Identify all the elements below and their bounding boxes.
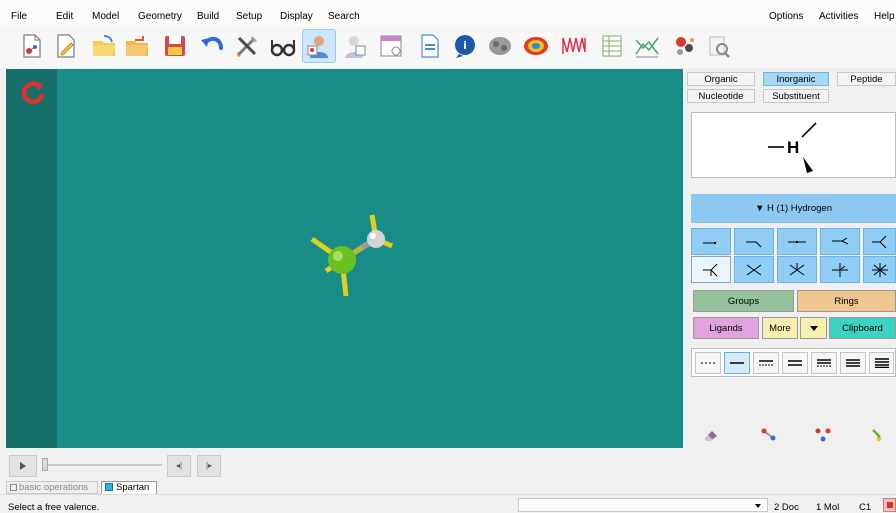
caret-down-icon (755, 504, 761, 508)
reset-view-icon[interactable] (20, 80, 46, 106)
menu-file[interactable]: File (11, 11, 27, 22)
undo-icon[interactable] (195, 29, 229, 63)
doc-count: 2 Doc (774, 502, 799, 513)
tools-icon[interactable] (230, 29, 264, 63)
molecule-model[interactable] (300, 210, 400, 305)
bond-aromatic-button[interactable] (753, 352, 779, 374)
fragment-5-square-pyramid-button[interactable] (820, 256, 860, 283)
stop-icon[interactable] (883, 498, 896, 512)
tab-inorganic[interactable]: Inorganic (763, 72, 829, 86)
frame-slider-track[interactable] (44, 464, 162, 466)
edit-icon[interactable] (49, 29, 83, 63)
menu-bar: File Edit Model Geometry Build Setup Dis… (0, 0, 896, 26)
more-dropdown-button[interactable] (800, 317, 827, 339)
fragment-5-trigonal-bipyramid-button[interactable] (777, 256, 817, 283)
tab-checkbox-icon (10, 484, 17, 491)
builder-icon[interactable] (337, 29, 371, 63)
view-glasses-icon[interactable] (266, 29, 300, 63)
fragment-6-octahedral-button[interactable] (863, 256, 896, 283)
bond-type-bar (691, 348, 896, 377)
potential-map-icon[interactable] (519, 29, 553, 63)
molecule-db-icon[interactable] (668, 29, 702, 63)
menu-build[interactable]: Build (197, 11, 219, 22)
play-icon (20, 462, 26, 470)
open-icon[interactable] (87, 29, 121, 63)
clipboard-button[interactable]: Clipboard (829, 317, 896, 339)
doc-tab-label: basic operations (19, 482, 89, 493)
symmetry-label: C1 (859, 502, 872, 513)
tab-nucleotide[interactable]: Nucleotide (687, 89, 755, 103)
spectra-icon[interactable] (557, 29, 591, 63)
toolbar: i (0, 26, 896, 68)
step-back-button[interactable]: ◂| (167, 455, 191, 477)
fragment-2-bent-button[interactable] (734, 228, 774, 255)
svg-text:i: i (463, 39, 467, 52)
mol-count: 1 Mol (816, 502, 840, 513)
new-icon[interactable] (15, 29, 49, 63)
output-icon[interactable] (413, 29, 447, 63)
break-bond-icon[interactable] (814, 428, 832, 442)
menu-search[interactable]: Search (328, 11, 360, 22)
build-icon[interactable] (302, 29, 336, 63)
bond-double-partial-button[interactable] (811, 352, 837, 374)
bond-single-button[interactable] (724, 352, 750, 374)
caret-down-icon (809, 325, 818, 331)
menu-display[interactable]: Display (280, 11, 313, 22)
spreadsheet-icon[interactable] (595, 29, 629, 63)
fragment-3-pyramidal-button[interactable] (820, 228, 860, 255)
step-forward-button[interactable]: |▸ (197, 455, 221, 477)
groups-button[interactable]: Groups (693, 290, 794, 312)
status-bar: Select a free valence. 2 Doc 1 Mol C1 (0, 494, 896, 513)
bond-partial-button[interactable] (695, 352, 721, 374)
tab-substituent[interactable]: Substituent (763, 89, 829, 103)
make-bond-icon[interactable] (760, 428, 778, 442)
fragment-4-square-button[interactable] (734, 256, 774, 283)
animation-bar: ◂| |▸ (0, 450, 683, 480)
menu-edit[interactable]: Edit (56, 11, 73, 22)
menu-setup[interactable]: Setup (236, 11, 262, 22)
bond-quadruple-button[interactable] (869, 352, 894, 374)
fragment-preview: H (691, 112, 896, 178)
play-button[interactable] (9, 455, 37, 477)
status-message: Select a free valence. (8, 502, 100, 513)
fragment-1-valent-button[interactable] (691, 228, 731, 255)
frame-slider-handle[interactable] (42, 458, 48, 471)
menu-options[interactable]: Options (769, 11, 803, 22)
plot-icon[interactable] (630, 29, 664, 63)
doc-tab-spartan[interactable]: Spartan (101, 481, 157, 494)
minimize-icon[interactable] (870, 428, 888, 442)
preview-atom-label: H (787, 138, 799, 157)
tab-organic[interactable]: Organic (687, 72, 755, 86)
save-icon[interactable] (158, 29, 192, 63)
fragment-3-planar-button[interactable] (863, 228, 896, 255)
viewport-left-strip (6, 69, 57, 448)
status-dropdown[interactable] (518, 498, 768, 512)
more-button[interactable]: More (762, 317, 798, 339)
tab-color-icon (105, 483, 113, 491)
eraser-icon[interactable] (702, 428, 720, 442)
ligands-button[interactable]: Ligands (693, 317, 759, 339)
bond-double-button[interactable] (782, 352, 808, 374)
step-back-icon: ◂| (175, 461, 183, 470)
bond-triple-button[interactable] (840, 352, 866, 374)
info-icon[interactable]: i (448, 29, 482, 63)
menu-activities[interactable]: Activities (819, 11, 858, 22)
calculations-icon[interactable] (374, 29, 408, 63)
fragment-2-linear-button[interactable] (777, 228, 817, 255)
stop-square-icon (887, 502, 893, 508)
surfaces-icon[interactable] (483, 29, 517, 63)
rings-button[interactable]: Rings (797, 290, 896, 312)
step-forward-icon: |▸ (205, 461, 213, 470)
doc-tab-basic-operations[interactable]: basic operations (6, 481, 98, 494)
menu-geometry[interactable]: Geometry (138, 11, 182, 22)
tab-peptide[interactable]: Peptide (837, 72, 896, 86)
menu-model[interactable]: Model (92, 11, 119, 22)
search-icon[interactable] (702, 29, 736, 63)
menu-help[interactable]: Help (874, 11, 895, 22)
doc-tab-label: Spartan (116, 482, 150, 493)
fragment-4-trigonal-button[interactable] (691, 256, 731, 283)
open-recent-icon[interactable] (120, 29, 154, 63)
element-selector[interactable]: ▼ H (1) Hydrogen (691, 194, 896, 223)
